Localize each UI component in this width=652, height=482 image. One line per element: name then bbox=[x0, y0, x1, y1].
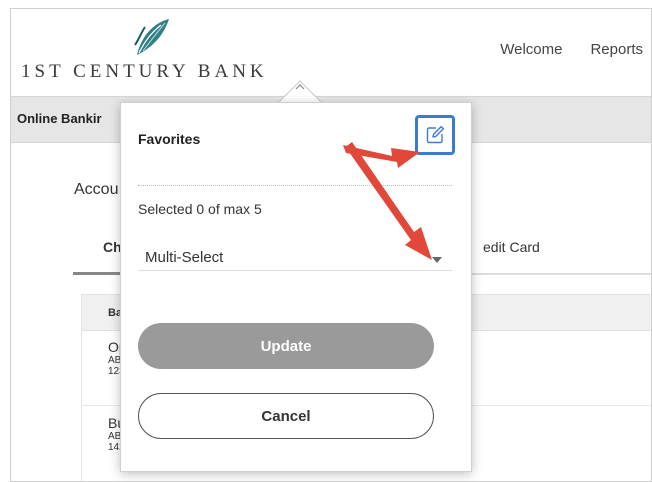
accounts-title: Accou bbox=[74, 181, 119, 198]
selection-count: Selected 0 of max 5 bbox=[138, 201, 262, 217]
bank-name: 1ST CENTURY BANK bbox=[21, 61, 268, 82]
update-button[interactable]: Update bbox=[138, 323, 434, 369]
select-value: Multi-Select bbox=[145, 249, 224, 266]
edit-icon bbox=[426, 125, 445, 144]
multi-select-dropdown[interactable]: Multi-Select bbox=[138, 229, 452, 271]
top-nav: Welcome Reports bbox=[500, 41, 643, 58]
nav-welcome[interactable]: Welcome bbox=[500, 41, 562, 58]
popup-divider bbox=[138, 185, 452, 186]
favorites-popup: Favorites Selected 0 of max 5 Multi-Sele… bbox=[120, 102, 472, 472]
site-header: 1ST CENTURY BANK Welcome Reports bbox=[11, 9, 651, 97]
chevron-down-icon bbox=[432, 257, 442, 263]
nav-reports[interactable]: Reports bbox=[590, 41, 643, 58]
bank-logo-icon bbox=[134, 19, 169, 55]
breadcrumb-label[interactable]: Online Bankir bbox=[17, 111, 102, 126]
popup-title: Favorites bbox=[138, 131, 201, 147]
cancel-button[interactable]: Cancel bbox=[138, 393, 434, 439]
edit-favorites-button[interactable] bbox=[415, 115, 455, 155]
tab-credit-card[interactable]: edit Card bbox=[483, 239, 540, 255]
